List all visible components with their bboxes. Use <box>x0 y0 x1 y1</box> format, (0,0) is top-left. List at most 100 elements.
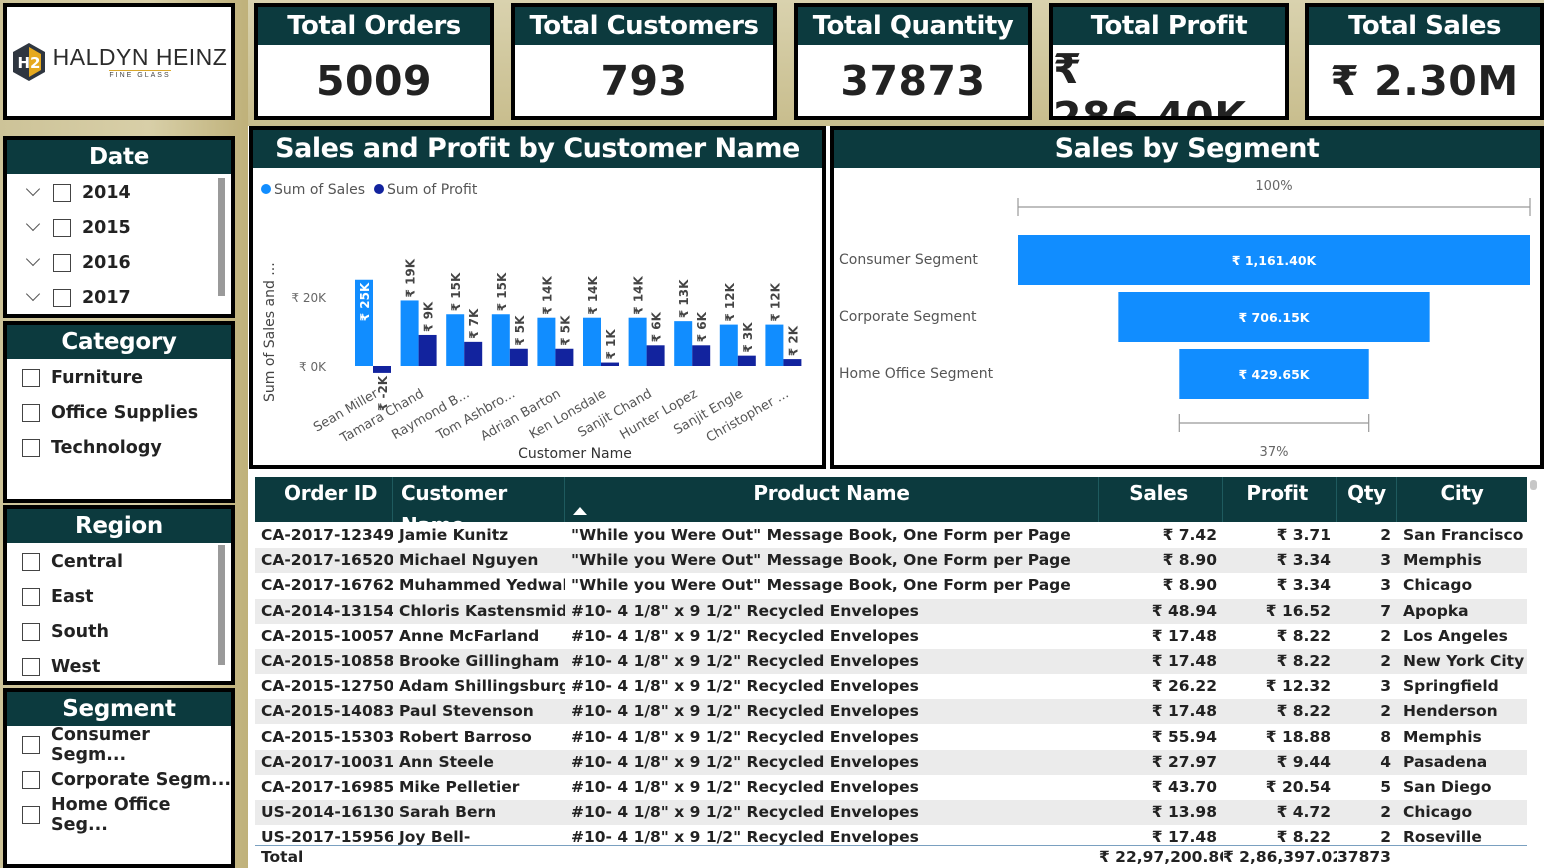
table-row[interactable]: CA-2017-165204 Michael Nguyen "While you W… <box>255 548 1527 574</box>
slicer-item-2014[interactable]: 2014 <box>7 175 231 210</box>
slicer-item-central[interactable]: Central <box>7 544 231 579</box>
bar-profit[interactable] <box>783 359 802 366</box>
checkbox[interactable] <box>53 218 71 237</box>
checkbox[interactable] <box>22 438 40 457</box>
chevron-down-icon[interactable] <box>25 293 43 303</box>
chevron-down-icon[interactable] <box>25 258 43 268</box>
checkbox[interactable] <box>22 735 40 754</box>
table-row[interactable]: CA-2015-153038 Robert Barroso #10- 4 1/8" … <box>255 725 1527 750</box>
checkbox[interactable] <box>22 657 40 676</box>
checkbox[interactable] <box>22 770 40 789</box>
checkbox[interactable] <box>53 253 71 272</box>
funnel-data-label: ₹ 706.15K <box>1239 310 1311 325</box>
slicer-item-office-supplies[interactable]: Office Supplies <box>7 395 231 430</box>
bar-profit[interactable] <box>737 355 756 366</box>
bar-sales[interactable] <box>765 324 784 366</box>
bar-sales[interactable] <box>537 317 556 366</box>
column-header-profit[interactable]: Profit <box>1223 477 1337 522</box>
cell-city: Springfield <box>1403 677 1499 696</box>
table-scrollbar[interactable] <box>1530 480 1537 490</box>
slicer-item-east[interactable]: East <box>7 579 231 614</box>
slicer-segment: Segment Consumer Segm... Corporate Segm.… <box>3 688 235 868</box>
kpi-total-quantity[interactable]: Total Quantity 37873 <box>794 3 1032 120</box>
checkbox[interactable] <box>22 587 40 606</box>
data-label-sales: ₹ 19K <box>404 258 418 297</box>
table-row[interactable]: CA-2017-169859 Mike Pelletier #10- 4 1/8" … <box>255 775 1527 800</box>
sales-profit-bar-chart[interactable]: Sum of Sales Sum of Profit Sum of Sales an… <box>253 168 822 465</box>
column-header-label: Product Name <box>753 481 910 505</box>
data-label-sales: ₹ 14K <box>540 275 554 314</box>
bar-sales[interactable] <box>674 321 693 366</box>
bar-profit[interactable] <box>509 348 528 366</box>
table-row[interactable]: CA-2017-167626 Muhammed Yedwab "While you … <box>255 573 1527 598</box>
table-row[interactable]: CA-2015-140830 Paul Stevenson #10- 4 1/8" … <box>255 699 1527 725</box>
cell-product-name: #10- 4 1/8" x 9 1/2" Recycled Envelopes <box>571 803 919 822</box>
checkbox[interactable] <box>53 288 71 307</box>
slicer-item-2017[interactable]: 2017 <box>7 280 231 314</box>
checkbox[interactable] <box>22 368 40 387</box>
table-row[interactable]: CA-2017-123491 Jamie Kunitz "While you Wer… <box>255 523 1527 548</box>
slicer-item-south[interactable]: South <box>7 614 231 649</box>
bar-sales[interactable] <box>719 324 738 366</box>
slicer-item-furniture[interactable]: Furniture <box>7 360 231 395</box>
bar-profit[interactable] <box>601 362 619 366</box>
table-row[interactable]: US-2014-161305 Sarah Bern #10- 4 1/8" x 9 … <box>255 800 1527 826</box>
bar-profit[interactable] <box>373 366 391 373</box>
kpi-total-customers[interactable]: Total Customers 793 <box>511 3 777 120</box>
slicer-item-label: East <box>51 586 94 607</box>
chart-legend[interactable]: Sum of Sales Sum of Profit <box>261 182 478 198</box>
cell-customer-name: Paul Stevenson <box>399 702 534 721</box>
slicer-item-2015[interactable]: 2015 <box>7 210 231 245</box>
column-header-city[interactable]: City <box>1397 477 1527 522</box>
chevron-down-icon[interactable] <box>25 188 43 198</box>
legend-label-profit: Sum of Profit <box>387 182 478 198</box>
cell-order-id: CA-2015-140830 <box>261 702 393 721</box>
cell-order-id: CA-2017-167626 <box>261 576 393 595</box>
column-header-customer-name[interactable]: Customer Name <box>393 477 565 537</box>
table-row[interactable]: CA-2015-100573 Anne McFarland #10- 4 1/8" … <box>255 624 1527 649</box>
sort-ascending-icon[interactable] <box>573 507 587 515</box>
table-row[interactable]: CA-2014-131541 Chloris Kastensmidt #10- 4 … <box>255 598 1527 624</box>
column-header-product-name[interactable]: Product Name <box>565 477 1099 522</box>
scrollbar[interactable] <box>218 178 225 296</box>
data-label-sales: ₹ 12K <box>768 282 782 321</box>
kpi-total-orders[interactable]: Total Orders 5009 <box>254 3 494 120</box>
checkbox[interactable] <box>22 622 40 641</box>
cell-qty: 3 <box>1380 551 1391 570</box>
bar-profit[interactable] <box>464 341 483 366</box>
column-header-qty[interactable]: Qty <box>1337 477 1397 522</box>
slicer-item-corporate[interactable]: Corporate Segm... <box>7 762 231 797</box>
table-row[interactable]: CA-2015-108588 Brooke Gillingham #10- 4 1/… <box>255 649 1527 674</box>
slicer-item-west[interactable]: West <box>7 649 231 681</box>
total-label: Total <box>261 848 304 866</box>
slicer-item-consumer[interactable]: Consumer Segm... <box>7 725 231 765</box>
kpi-total-sales[interactable]: Total Sales ₹ 2.30M <box>1305 3 1544 120</box>
checkbox[interactable] <box>53 183 71 202</box>
slicer-item-technology[interactable]: Technology <box>7 430 231 465</box>
checkbox[interactable] <box>22 552 40 571</box>
sales-by-segment-funnel[interactable]: 100% ₹ 1,161.40K Consumer Segment ₹ 706.15K… <box>834 168 1540 465</box>
checkbox[interactable] <box>22 403 40 422</box>
bar-profit[interactable] <box>692 345 711 366</box>
column-header-sales[interactable]: Sales <box>1099 477 1223 522</box>
checkbox[interactable] <box>22 805 40 824</box>
bar-sales[interactable] <box>400 300 419 366</box>
bar-profit[interactable] <box>418 334 437 366</box>
bar-sales[interactable] <box>446 314 465 366</box>
chevron-down-icon[interactable] <box>25 223 43 233</box>
slicer-item-label: 2016 <box>82 252 131 273</box>
scrollbar[interactable] <box>218 545 225 665</box>
bar-profit[interactable] <box>555 348 574 366</box>
table-row[interactable]: CA-2017-100314 Ann Steele #10- 4 1/8" x 9 … <box>255 749 1527 775</box>
data-label-profit: ₹ 5K <box>513 315 527 346</box>
bar-profit[interactable] <box>646 345 665 366</box>
bar-sales[interactable] <box>583 317 601 366</box>
slicer-item-2016[interactable]: 2016 <box>7 245 231 280</box>
column-header-order-id[interactable]: Order ID <box>255 477 393 522</box>
slicer-item-home-office[interactable]: Home Office Seg... <box>7 795 231 835</box>
cell-customer-name: Ann Steele <box>399 752 494 771</box>
kpi-total-profit[interactable]: Total Profit ₹ 286.40K <box>1049 3 1289 120</box>
bar-sales[interactable] <box>491 314 510 366</box>
bar-sales[interactable] <box>628 317 647 366</box>
table-row[interactable]: CA-2015-127509 Adam Shillingsburg #10- 4 1… <box>255 674 1527 699</box>
